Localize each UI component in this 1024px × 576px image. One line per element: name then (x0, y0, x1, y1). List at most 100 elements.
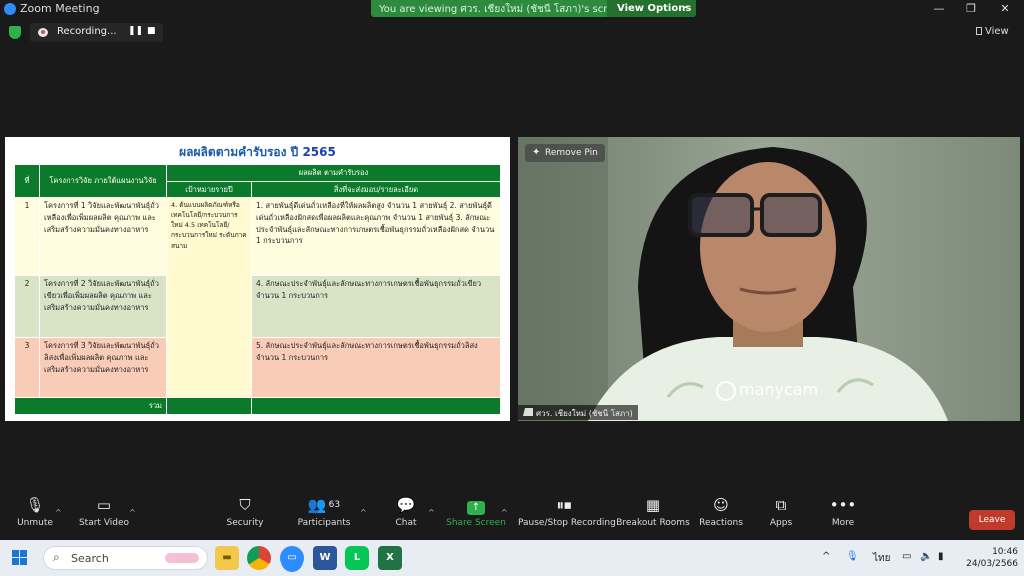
view-options-button[interactable]: View Options ⌄ (607, 0, 696, 17)
display-icon[interactable]: ▭ (902, 551, 911, 562)
row-target: 4. ต้นแบบผลิตภัณฑ์หรือ เทคโนโลยี/กระบวนก… (166, 197, 252, 399)
row-project: โครงการที่ 1 วิจัยและพัฒนาพันธุ์ถั่วเหลื… (39, 197, 167, 277)
recording-indicator: Recording... ❚❚ ■ (30, 23, 163, 42)
taskbar-clock[interactable]: 10:46 24/03/2566 (962, 546, 1018, 570)
outputs-table: ที่ โครงการวิจัย ภายใต้แผนงานวิจัย ผลผลิ… (14, 163, 501, 416)
battery-icon[interactable]: ▮ (938, 551, 944, 562)
slide-title-text: ผลผลิตตามคำรับรอง ปี (179, 145, 299, 159)
participant-video[interactable] (518, 137, 1020, 421)
row-deliverable: 4. ลักษณะประจำพันธุ์และลักษณะทางการเกษตร… (251, 275, 501, 339)
row-deliverable: 1. สายพันธุ์ดีเด่นถั่วเหลืองที่ให้ผลผลิต… (251, 197, 501, 277)
security-label: Security (226, 518, 264, 528)
microphone-icon[interactable]: 🎙 (846, 551, 859, 562)
row-deliverable: 5. ลักษณะประจำพันธุ์และลักษณะทางการเกษตร… (251, 337, 501, 399)
header-target: เป้าหมายรายปี (166, 180, 252, 199)
more-button[interactable]: ••• More (808, 492, 878, 528)
participants-label: Participants (297, 518, 351, 528)
input-language[interactable]: ไทย (873, 551, 890, 566)
unmute-label: Unmute (17, 518, 53, 528)
header-no: ที่ (14, 163, 40, 199)
header-project: โครงการวิจัย ภายใต้แผนงานวิจัย (39, 163, 167, 199)
row-no: 2 (14, 275, 40, 339)
row-no: 3 (14, 337, 40, 399)
shield-icon: ⛉ (239, 496, 251, 514)
pause-recording-button[interactable]: ❚❚ (128, 26, 143, 36)
total-row: รวม (14, 397, 501, 416)
row-project: โครงการที่ 3 วิจัยและพัฒนาพันธุ์ถั่วลิสง… (39, 337, 167, 399)
windows-taskbar: ⌕ Search ▬ ▭ W L X ^ 🎙 ไทย ▭ 🔈 ▮ 10:46 2… (0, 540, 1024, 576)
slide-title: ผลผลิตตามคำรับรอง ปี 2565 (5, 143, 510, 162)
recording-label: Recording... (57, 26, 117, 37)
total-deliverable (251, 397, 501, 416)
chrome-icon[interactable] (247, 546, 271, 570)
more-icon: ••• (829, 496, 857, 514)
apps-icon: ⧉ (775, 496, 787, 514)
participants-button[interactable]: 👥 63 Participants (289, 492, 359, 528)
chat-options-chevron-icon[interactable]: ^ (428, 508, 435, 517)
breakout-rooms-button[interactable]: ▦ Breakout Rooms (615, 492, 691, 528)
header-deliverable: สิ่งที่จะส่งมอบ/รายละเอียด (251, 180, 501, 199)
close-button[interactable]: ✕ (988, 0, 1022, 18)
table-row: 2 โครงการที่ 2 วิจัยและพัฒนาพันธุ์ถั่วเข… (14, 275, 501, 339)
apps-button[interactable]: ⧉ Apps (746, 492, 816, 528)
participant-video-image (518, 137, 1020, 421)
taskbar-search-box[interactable]: ⌕ Search (43, 546, 208, 570)
video-options-chevron-icon[interactable]: ^ (129, 508, 136, 517)
signal-bars-icon (523, 408, 533, 416)
shield-icon[interactable] (9, 26, 21, 39)
view-button[interactable]: View (976, 26, 1009, 37)
more-label: More (831, 518, 855, 528)
search-icon: ⌕ (53, 550, 60, 564)
stop-recording-button[interactable]: ■ (147, 26, 156, 36)
pin-icon: ✦ (532, 147, 541, 158)
row-no: 1 (14, 197, 40, 277)
volume-icon[interactable]: 🔈 (920, 551, 932, 562)
minimize-button[interactable]: — (922, 0, 956, 18)
participant-name-tag: ศวร. เชียงใหม่ (ชัชนี โสภา) (518, 405, 638, 420)
share-banner-message: You are viewing ศวร. เชียงใหม่ (ชัชนี โส… (379, 4, 626, 15)
windows-start-icon[interactable] (12, 550, 28, 566)
pause-stop-recording-button[interactable]: ⏸⏹ Pause/Stop Recording (518, 492, 616, 528)
breakout-rooms-icon: ▦ (645, 496, 661, 514)
shared-screen-slide: ผลผลิตตามคำรับรอง ปี 2565 ที่ โครงการวิจ… (5, 137, 510, 421)
word-icon[interactable]: W (313, 546, 337, 570)
file-explorer-icon[interactable]: ▬ (215, 546, 239, 570)
start-video-label: Start Video (78, 518, 130, 528)
line-icon[interactable]: L (345, 546, 369, 570)
apps-label: Apps (769, 518, 793, 528)
share-options-chevron-icon[interactable]: ^ (501, 508, 508, 517)
meeting-controls-bar: 🎙 Unmute ^ ▭ Start Video ^ ⛉ Security 👥 6… (0, 492, 1024, 540)
slide-title-year: 2565 (302, 145, 336, 159)
remove-pin-button[interactable]: ✦ Remove Pin (525, 144, 605, 162)
zoom-taskbar-icon[interactable]: ▭ (280, 546, 304, 570)
search-placeholder: Search (71, 552, 109, 565)
security-button[interactable]: ⛉ Security (210, 492, 280, 528)
pause-stop-recording-label: Pause/Stop Recording (518, 518, 616, 528)
excel-icon[interactable]: X (378, 546, 402, 570)
remove-pin-label: Remove Pin (545, 148, 598, 158)
clock-date: 24/03/2566 (966, 559, 1018, 569)
audio-options-chevron-icon[interactable]: ^ (55, 508, 62, 517)
share-screen-label: Share Screen (446, 518, 506, 528)
table-row: 3 โครงการที่ 3 วิจัยและพัฒนาพันธุ์ถั่วลิ… (14, 337, 501, 399)
zoom-app-icon (4, 3, 16, 15)
total-label: รวม (14, 397, 167, 416)
participants-options-chevron-icon[interactable]: ^ (360, 508, 367, 517)
participants-icon: 👥 63 (307, 496, 341, 514)
clock-time: 10:46 (992, 547, 1018, 557)
screen-share-banner: You are viewing ศวร. เชียงใหม่ (ชัชนี โส… (371, 0, 696, 17)
search-highlight-icon (165, 553, 199, 563)
header-output: ผลผลิต ตามคำรับรอง (166, 164, 501, 182)
chat-label: Chat (395, 518, 417, 528)
manycam-logo-icon (716, 380, 736, 401)
cloud-record-icon (38, 28, 48, 37)
participant-name: ศวร. เชียงใหม่ (ชัชนี โสภา) (536, 409, 633, 418)
total-target (166, 397, 252, 416)
table-row: 1 โครงการที่ 1 วิจัยและพัฒนาพันธุ์ถั่วเห… (14, 197, 501, 399)
manycam-text: manycam (739, 380, 819, 399)
show-hidden-icons-chevron-icon[interactable]: ^ (822, 551, 830, 562)
leave-button[interactable]: Leave (969, 510, 1015, 530)
breakout-rooms-label: Breakout Rooms (616, 518, 690, 528)
pause-stop-icon: ⏸⏹ (556, 496, 572, 514)
maximize-button[interactable]: ❐ (954, 0, 988, 18)
